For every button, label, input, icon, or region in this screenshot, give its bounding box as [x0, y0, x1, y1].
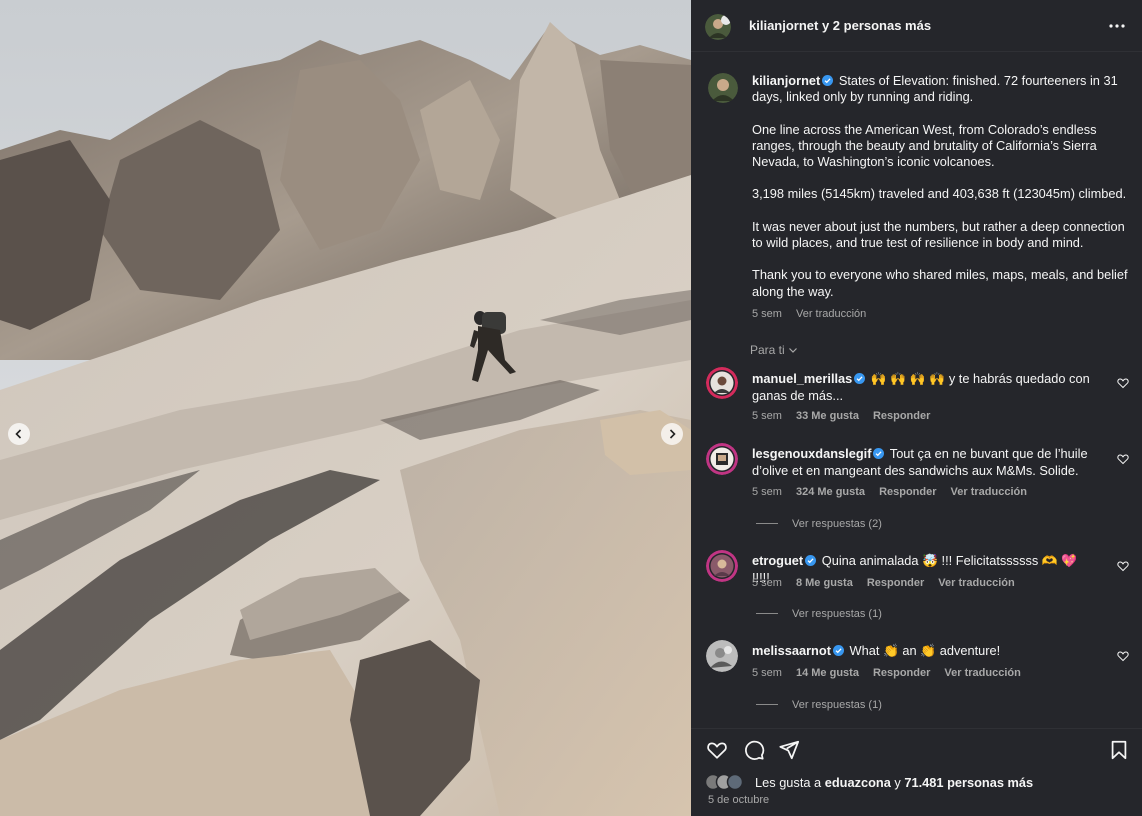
chevron-left-icon	[15, 429, 22, 439]
caption-time: 5 sem	[752, 308, 782, 320]
mountain-climber-photo	[0, 0, 691, 816]
sort-label: Para ti	[750, 343, 785, 357]
comment-icon[interactable]	[743, 739, 765, 761]
previous-photo-button[interactable]	[8, 423, 30, 445]
more-horizontal-icon[interactable]	[1108, 17, 1126, 35]
comment-likes[interactable]: 324 Me gusta	[796, 486, 865, 498]
comment-avatar-etroguet[interactable]	[706, 550, 738, 582]
post-actions-bar	[691, 728, 1142, 768]
comment-likes[interactable]: 8 Me gusta	[796, 577, 853, 589]
likes-user[interactable]: eduazcona	[825, 775, 891, 790]
header-title[interactable]: kilianjornet y 2 personas más	[749, 18, 931, 33]
comment-time: 5 sem	[752, 577, 782, 589]
reply-button[interactable]: Responder	[873, 667, 930, 679]
comment-body: What 👏 an 👏 adventure!	[849, 643, 1001, 658]
comment-3-meta: 5 sem 8 Me gusta Responder Ver traducción	[752, 577, 1029, 589]
replies-divider	[756, 523, 778, 524]
caption-username[interactable]: kilianjornet	[752, 73, 820, 88]
verified-badge-icon	[854, 373, 866, 384]
author-avatar[interactable]	[705, 14, 731, 40]
comment-username[interactable]: lesgenouxdanslegif	[752, 446, 871, 461]
comment-avatar-melissa[interactable]	[706, 640, 738, 672]
like-comment-heart-icon[interactable]	[1117, 377, 1129, 389]
replies-label: Ver respuestas (1)	[792, 699, 882, 711]
caption-paragraph-4: It was never about just the numbers, but…	[752, 218, 1125, 251]
post-side-panel: kilianjornet y 2 personas más kilianjorn…	[691, 0, 1142, 816]
likes-prefix: Les gusta a	[755, 775, 825, 790]
post-date: 5 de octubre	[708, 794, 770, 806]
caption-avatar[interactable]	[708, 73, 738, 103]
heart-icon[interactable]	[706, 739, 728, 761]
post-caption: kilianjornet States of Elevation: finish…	[752, 73, 1130, 300]
verified-badge-icon	[805, 555, 817, 566]
reply-button[interactable]: Responder	[879, 486, 936, 498]
instagram-post: kilianjornet y 2 personas más kilianjorn…	[0, 0, 1142, 816]
translate-link[interactable]: Ver traducción	[944, 667, 1020, 679]
view-replies-button[interactable]: Ver respuestas (1)	[756, 699, 882, 711]
replies-label: Ver respuestas (2)	[792, 518, 882, 530]
post-photo[interactable]	[0, 0, 691, 816]
share-icon[interactable]	[778, 739, 800, 761]
like-comment-heart-icon[interactable]	[1117, 650, 1129, 662]
comment-likes[interactable]: 33 Me gusta	[796, 410, 859, 422]
replies-divider	[756, 613, 778, 614]
likes-summary[interactable]: Les gusta a eduazcona y 71.481 personas …	[755, 775, 1033, 790]
post-header: kilianjornet y 2 personas más	[691, 0, 1142, 52]
like-comment-heart-icon[interactable]	[1117, 453, 1129, 465]
comment-username[interactable]: melissaarnot	[752, 643, 831, 658]
verified-badge-icon	[873, 448, 885, 459]
chevron-down-icon	[788, 348, 797, 353]
translate-link[interactable]: Ver traducción	[938, 577, 1014, 589]
caption-paragraph-5: Thank you to everyone who shared miles, …	[752, 267, 1128, 299]
comment-2: lesgenouxdanslegif Tout ça en ne buvant …	[752, 446, 1097, 479]
caption-meta: 5 sem Ver traducción	[752, 308, 880, 320]
comment-time: 5 sem	[752, 486, 782, 498]
comment-time: 5 sem	[752, 410, 782, 422]
comment-1: manuel_merillas 🙌 🙌 🙌 🙌 y te habrás qued…	[752, 371, 1097, 404]
replies-divider	[756, 704, 778, 705]
comment-time: 5 sem	[752, 667, 782, 679]
likes-count[interactable]: 71.481 personas más	[904, 775, 1033, 790]
next-photo-button[interactable]	[661, 423, 683, 445]
verified-badge-icon	[822, 75, 834, 86]
comment-4-meta: 5 sem 14 Me gusta Responder Ver traducción	[752, 667, 1035, 679]
comment-2-meta: 5 sem 324 Me gusta Responder Ver traducción	[752, 486, 1041, 498]
comment-avatar-manuel[interactable]	[706, 367, 738, 399]
comment-username[interactable]: etroguet	[752, 553, 803, 568]
reply-button[interactable]: Responder	[873, 410, 930, 422]
comment-4: melissaarnot What 👏 an 👏 adventure!	[752, 643, 1097, 660]
likers-avatars[interactable]	[705, 774, 751, 790]
caption-paragraph-3: 3,198 miles (5145km) traveled and 403,63…	[752, 186, 1127, 202]
comment-sort-dropdown[interactable]: Para ti	[750, 343, 798, 357]
comment-1-meta: 5 sem 33 Me gusta Responder	[752, 410, 944, 422]
caption-paragraph-2: One line across the American West, from …	[752, 121, 1097, 170]
like-comment-heart-icon[interactable]	[1117, 560, 1129, 572]
bookmark-icon[interactable]	[1108, 739, 1130, 761]
caption-translate-link[interactable]: Ver traducción	[796, 308, 866, 320]
replies-label: Ver respuestas (1)	[792, 608, 882, 620]
comment-username[interactable]: manuel_merillas	[752, 371, 852, 386]
chevron-right-icon	[669, 429, 676, 439]
view-replies-button[interactable]: Ver respuestas (1)	[756, 608, 882, 620]
view-replies-button[interactable]: Ver respuestas (2)	[756, 518, 882, 530]
likes-middle: y	[890, 775, 905, 790]
comment-likes[interactable]: 14 Me gusta	[796, 667, 859, 679]
reply-button[interactable]: Responder	[867, 577, 924, 589]
verified-badge-icon	[832, 645, 844, 656]
translate-link[interactable]: Ver traducción	[951, 486, 1027, 498]
comment-avatar-lesgenoux[interactable]	[706, 443, 738, 475]
